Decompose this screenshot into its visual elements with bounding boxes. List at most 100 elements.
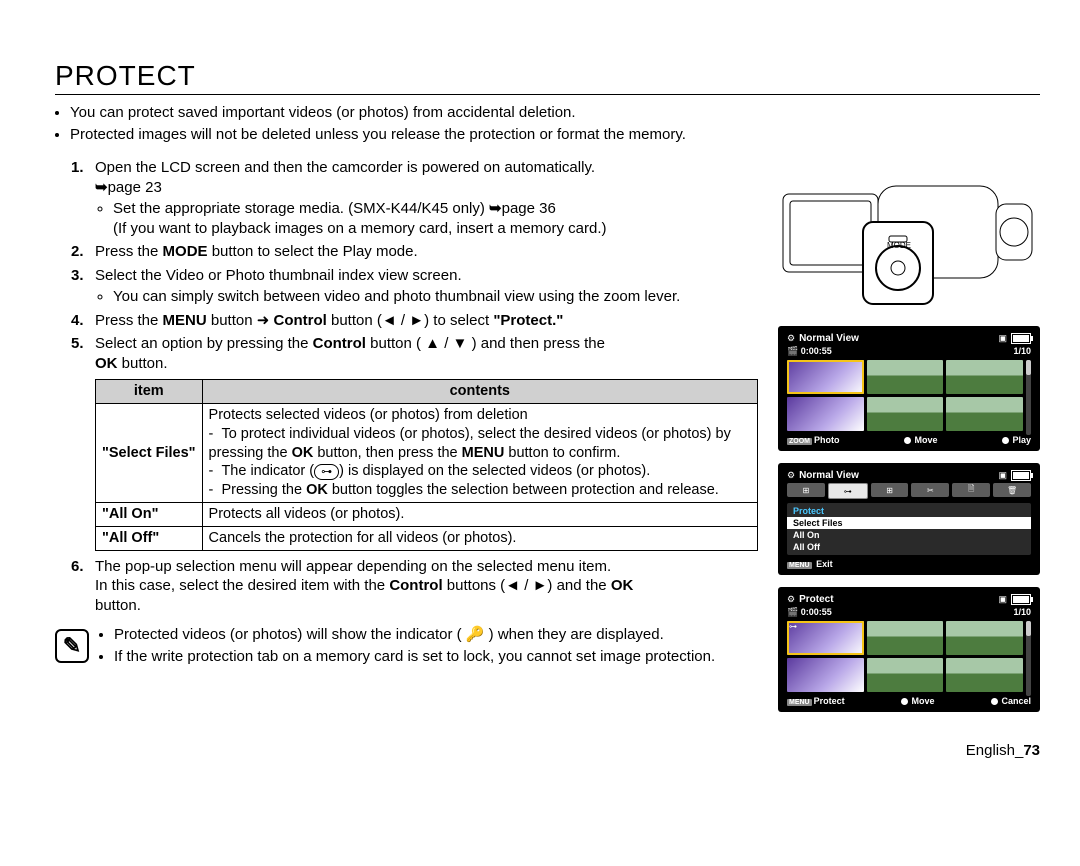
- thumbnail: [946, 397, 1023, 431]
- arrow-up-icon: [425, 335, 440, 352]
- video-icon: 🎬: [787, 607, 798, 617]
- menu-badge: MENU: [787, 699, 812, 706]
- foot-move: Move: [914, 435, 937, 445]
- page-ref: page 23: [108, 179, 162, 196]
- tab: 🗎: [952, 483, 990, 497]
- step-text: ) to select: [424, 312, 493, 329]
- step-3: Select the Video or Photo thumbnail inde…: [95, 266, 758, 307]
- arrow-right-icon: [257, 312, 270, 329]
- item-all-off: "All Off": [96, 526, 203, 550]
- gear-icon: ⚙: [787, 594, 795, 605]
- thumbnail: [946, 360, 1023, 394]
- tab: ✂: [911, 483, 949, 497]
- thumbnail: [867, 360, 944, 394]
- step-sub: Set the appropriate storage media. (SMX-…: [113, 199, 758, 238]
- note-list: Protected videos (or photos) will show t…: [114, 625, 715, 668]
- screen-title: Protect: [799, 594, 833, 605]
- foot-photo: Photo: [814, 435, 840, 445]
- zoom-label: ZOOM: [787, 438, 812, 445]
- main-content: Open the LCD screen and then the camcord…: [55, 158, 758, 724]
- arrow-left-icon: [382, 312, 397, 329]
- desc-text: button toggles the selection between pro…: [328, 482, 719, 498]
- camcorder-illustration: MODE: [778, 176, 1040, 316]
- thumbnail: [946, 621, 1023, 655]
- gear-icon: ⚙: [787, 333, 795, 344]
- menu-item: All Off: [787, 541, 1031, 553]
- step-text: Open the LCD screen and then the camcord…: [95, 159, 595, 176]
- screen-count: 1/10: [1013, 346, 1031, 357]
- step-text: ) and then press the: [467, 335, 605, 352]
- note-item: If the write protection tab on a memory …: [114, 647, 715, 667]
- card-icon: ▣: [998, 333, 1007, 344]
- battery-icon: [1011, 594, 1031, 605]
- reference-arrow-icon: [95, 179, 108, 196]
- step-1: Open the LCD screen and then the camcord…: [95, 158, 758, 238]
- lcd-screenshot-protect: ⚙ Protect ▣ 🎬 0:00:55 1/10 ⊶: [778, 587, 1040, 712]
- foot-move: Move: [912, 696, 935, 706]
- ok-label: OK: [306, 482, 328, 498]
- screen-time: 0:00:55: [801, 346, 832, 356]
- menu-item: All On: [787, 529, 1031, 541]
- step-text: button: [207, 312, 257, 329]
- tab: ⊞: [787, 483, 825, 497]
- note-item: Protected videos (or photos) will show t…: [114, 625, 715, 645]
- page-ref: page 36: [502, 200, 556, 217]
- table-row: "Select Files" Protects selected videos …: [96, 403, 758, 502]
- screen-title: Normal View: [799, 470, 859, 481]
- thumbnail: [867, 397, 944, 431]
- screen-time: 0:00:55: [801, 607, 832, 617]
- screen-count: 1/10: [1013, 607, 1031, 618]
- footer-lang: English_: [966, 742, 1024, 759]
- item-desc: Cancels the protection for all videos (o…: [202, 526, 757, 550]
- table-row: "All On" Protects all videos (or photos)…: [96, 503, 758, 527]
- step-text: Select the Video or Photo thumbnail inde…: [95, 267, 462, 284]
- move-icon: [904, 437, 911, 444]
- steps-list: Open the LCD screen and then the camcord…: [55, 158, 758, 615]
- video-icon: 🎬: [787, 346, 798, 356]
- tab: ⊞: [871, 483, 909, 497]
- step-text: button to select the Play mode.: [208, 243, 418, 260]
- battery-icon: [1011, 470, 1031, 481]
- note-icon: ✎: [55, 629, 89, 663]
- foot-play: Play: [1012, 435, 1031, 445]
- mode-label: MODE: [163, 243, 208, 260]
- arrow-right-icon: [409, 312, 424, 329]
- intro-list: You can protect saved important videos (…: [70, 103, 1040, 144]
- foot-protect: Protect: [814, 696, 845, 706]
- tab: 🗑: [993, 483, 1031, 497]
- ok-label: OK: [292, 445, 314, 461]
- table-header-contents: contents: [202, 380, 757, 404]
- step-4: Press the MENU button Control button ( /…: [95, 311, 758, 331]
- note-block: ✎ Protected videos (or photos) will show…: [55, 625, 758, 668]
- desc-text: Protects selected videos (or photos) fro…: [209, 407, 528, 423]
- play-icon: [1002, 437, 1009, 444]
- key-indicator-icon: ⊶: [314, 464, 339, 480]
- tab-row: ⊞ ⊶ ⊞ ✂ 🗎 🗑: [787, 483, 1031, 499]
- illustration-column: MODE ⚙ Normal View ▣ 🎬 0:00:55 1/10: [778, 158, 1040, 724]
- ok-label: OK: [611, 577, 634, 594]
- control-label: Control: [313, 335, 366, 352]
- thumbnail: [867, 658, 944, 692]
- step-text: The pop-up selection menu will appear de…: [95, 558, 611, 575]
- step-text: button (: [327, 312, 382, 329]
- step-text: Press the: [95, 243, 163, 260]
- step-text: button.: [95, 597, 141, 614]
- screen-title: Normal View: [799, 333, 859, 344]
- menu-list: Protect Select Files All On All Off: [787, 503, 1031, 555]
- footer-page-number: 73: [1023, 742, 1040, 759]
- intro-item: You can protect saved important videos (…: [70, 103, 1040, 123]
- scrollbar: [1026, 360, 1031, 435]
- lcd-screenshot-menu: ⚙ Normal View ▣ ⊞ ⊶ ⊞ ✂ 🗎 🗑 Protect Sele…: [778, 463, 1040, 575]
- cancel-icon: [991, 698, 998, 705]
- table-header-item: item: [96, 380, 203, 404]
- page-footer: English_73: [55, 742, 1040, 759]
- thumbnail: [787, 397, 864, 431]
- item-desc: Protects selected videos (or photos) fro…: [202, 403, 757, 502]
- arrow-left-icon: [505, 577, 520, 594]
- foot-cancel: Cancel: [1001, 696, 1031, 706]
- step-text: button (: [366, 335, 425, 352]
- step-text: Select an option by pressing the: [95, 335, 313, 352]
- step-5: Select an option by pressing the Control…: [95, 334, 758, 551]
- foot-exit: Exit: [816, 559, 833, 569]
- manual-page: PROTECT You can protect saved important …: [0, 0, 1080, 789]
